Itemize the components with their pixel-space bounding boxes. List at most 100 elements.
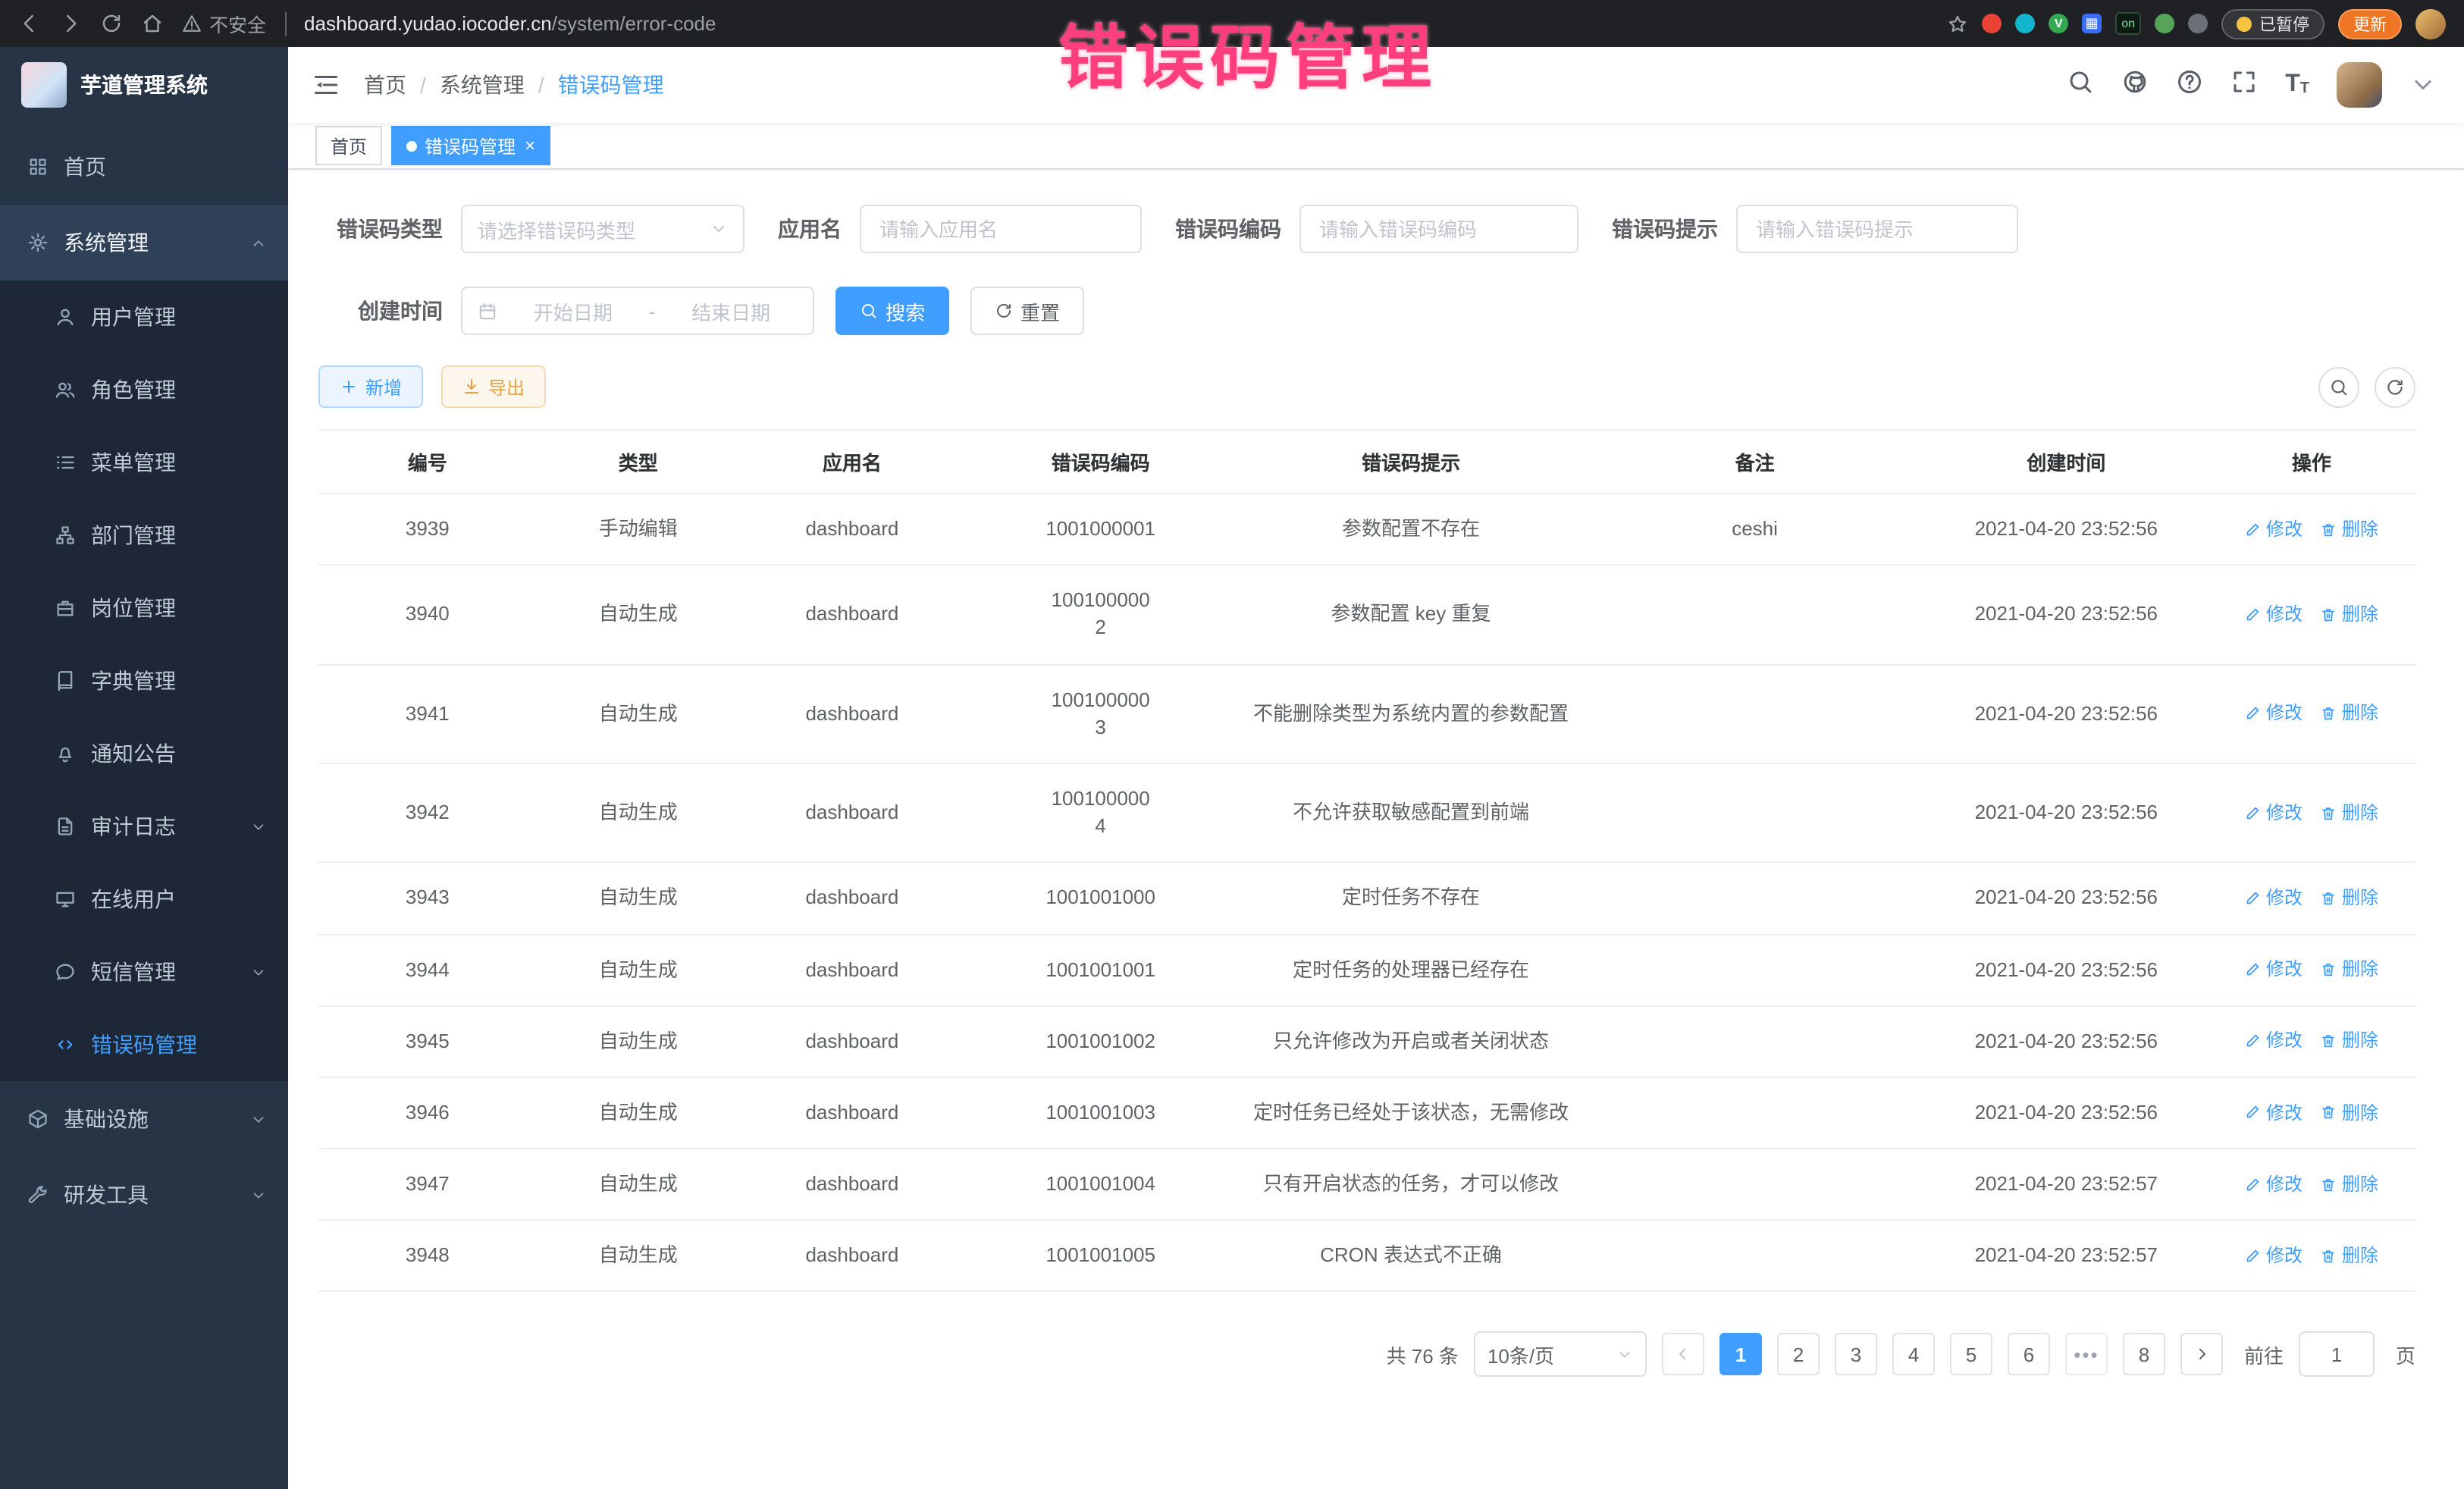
delete-link[interactable]: 删除 — [2321, 701, 2378, 727]
paused-button[interactable]: 已暂停 — [2221, 8, 2324, 39]
avatar-caret-down-icon[interactable] — [2409, 71, 2437, 99]
page-button-4[interactable]: 4 — [1892, 1334, 1935, 1376]
page-button-6[interactable]: 6 — [2008, 1334, 2050, 1376]
header-search-icon[interactable] — [2067, 67, 2094, 102]
sidebar-fold-icon[interactable] — [288, 71, 364, 99]
cell-id: 3940 — [318, 580, 537, 650]
ext-leaf-icon[interactable] — [2155, 14, 2174, 33]
breadcrumb-home[interactable]: 首页 — [364, 70, 406, 100]
col-type: 类型 — [537, 431, 740, 493]
user-avatar[interactable] — [2337, 62, 2382, 108]
cell-code: 1001001005 — [964, 1221, 1237, 1291]
export-button[interactable]: 导出 — [441, 365, 546, 408]
tag-error-code[interactable]: 错误码管理× — [391, 126, 550, 165]
tag-home[interactable]: 首页 — [315, 126, 382, 165]
docs-question-icon[interactable] — [2176, 67, 2203, 102]
edit-link[interactable]: 修改 — [2245, 1172, 2303, 1198]
bookmark-star-icon[interactable] — [1947, 13, 1968, 34]
edit-icon — [2245, 607, 2262, 623]
delete-link[interactable]: 删除 — [2321, 1100, 2378, 1126]
security-indicator[interactable]: 不安全 — [182, 9, 266, 38]
github-icon[interactable] — [2121, 67, 2149, 102]
edit-link[interactable]: 修改 — [2245, 957, 2303, 983]
delete-link[interactable]: 删除 — [2321, 516, 2378, 542]
sidebar-logo-row[interactable]: 芋道管理系统 — [0, 47, 288, 123]
ext-grid-icon[interactable]: ▦ — [2082, 14, 2102, 33]
reset-button[interactable]: 重置 — [970, 287, 1084, 335]
error-code-input[interactable] — [1299, 205, 1578, 253]
page-button-2[interactable]: 2 — [1777, 1334, 1820, 1376]
page-button-8[interactable]: 8 — [2123, 1334, 2165, 1376]
delete-link[interactable]: 删除 — [2321, 886, 2378, 911]
browser-reload-icon[interactable] — [100, 12, 123, 35]
ext-drop-icon[interactable] — [2015, 14, 2035, 33]
screen: 不安全 dashboard.yudao.iocoder.cn/system/er… — [0, 0, 2464, 1489]
delete-link[interactable]: 删除 — [2321, 1029, 2378, 1055]
ext-v-icon[interactable]: V — [2049, 14, 2068, 33]
delete-link[interactable]: 删除 — [2321, 800, 2378, 826]
page-more-button[interactable]: ••• — [2065, 1334, 2108, 1376]
delete-link[interactable]: 删除 — [2321, 1243, 2378, 1269]
delete-link[interactable]: 删除 — [2321, 602, 2378, 628]
edit-icon — [2245, 1176, 2262, 1193]
delete-link[interactable]: 删除 — [2321, 1172, 2378, 1198]
page-size-select[interactable]: 10条/页 — [1474, 1332, 1647, 1378]
page-button-5[interactable]: 5 — [1950, 1334, 1992, 1376]
sidebar-item-dept-tree[interactable]: 部门管理 — [0, 499, 288, 572]
sidebar-item-post-badge[interactable]: 岗位管理 — [0, 572, 288, 644]
browser-profile-avatar[interactable] — [2415, 8, 2446, 39]
sidebar-item-log-doc[interactable]: 审计日志 — [0, 790, 288, 863]
app-name-input[interactable] — [860, 205, 1142, 253]
error-type-select[interactable]: 请选择错误码类型 — [461, 205, 745, 253]
font-size-icon[interactable]: TT — [2285, 73, 2309, 97]
sidebar-item-user[interactable]: 用户管理 — [0, 281, 288, 353]
toggle-search-button[interactable] — [2318, 366, 2359, 407]
next-page-button[interactable] — [2180, 1334, 2223, 1376]
sidebar-item-infra-box[interactable]: 基础设施 — [0, 1081, 288, 1157]
sidebar-item-menu-list[interactable]: 菜单管理 — [0, 426, 288, 499]
sidebar-item-gear[interactable]: 系统管理 — [0, 205, 288, 281]
add-button[interactable]: 新增 — [318, 365, 423, 408]
sidebar-item-dashboard[interactable]: 首页 — [0, 129, 288, 205]
edit-link[interactable]: 修改 — [2245, 1243, 2303, 1269]
update-button[interactable]: 更新 — [2338, 8, 2402, 39]
sidebar-item-users[interactable]: 角色管理 — [0, 353, 288, 426]
sidebar-item-online-monitor[interactable]: 在线用户 — [0, 863, 288, 936]
cell-app: dashboard — [740, 580, 964, 650]
sidebar-item-sms-chat[interactable]: 短信管理 — [0, 936, 288, 1008]
sidebar-item-error-code[interactable]: 错误码管理 — [0, 1008, 288, 1081]
ext-pin-icon[interactable] — [2188, 14, 2208, 33]
ext-on-badge[interactable]: on — [2115, 12, 2141, 35]
delete-link[interactable]: 删除 — [2321, 957, 2378, 983]
ext-record-icon[interactable] — [1982, 14, 2002, 33]
page-button-3[interactable]: 3 — [1835, 1334, 1877, 1376]
edit-link[interactable]: 修改 — [2245, 800, 2303, 826]
edit-link[interactable]: 修改 — [2245, 1029, 2303, 1055]
edit-link[interactable]: 修改 — [2245, 1100, 2303, 1126]
edit-link[interactable]: 修改 — [2245, 602, 2303, 628]
start-date-placeholder[interactable]: 开始日期 — [506, 296, 640, 325]
sidebar-item-notice-bell[interactable]: 通知公告 — [0, 717, 288, 790]
error-hint-input[interactable] — [1736, 205, 2018, 253]
browser-forward-icon[interactable] — [59, 12, 82, 35]
end-date-placeholder[interactable]: 结束日期 — [664, 296, 798, 325]
browser-back-icon[interactable] — [18, 12, 41, 35]
menu-item-icon — [27, 156, 49, 177]
address-bar[interactable]: dashboard.yudao.iocoder.cn/system/error-… — [304, 12, 716, 35]
edit-link[interactable]: 修改 — [2245, 886, 2303, 911]
sidebar-item-dev-tools[interactable]: 研发工具 — [0, 1157, 288, 1233]
goto-page-input[interactable] — [2299, 1332, 2375, 1378]
refresh-table-button[interactable] — [2375, 366, 2415, 407]
date-range-picker[interactable]: 开始日期 - 结束日期 — [461, 287, 814, 335]
search-button[interactable]: 搜索 — [835, 287, 949, 335]
close-icon[interactable]: × — [525, 136, 535, 155]
edit-link[interactable]: 修改 — [2245, 516, 2303, 542]
page-button-1[interactable]: 1 — [1719, 1334, 1762, 1376]
breadcrumb-system[interactable]: 系统管理 — [440, 70, 525, 100]
edit-link[interactable]: 修改 — [2245, 701, 2303, 727]
prev-page-button[interactable] — [1662, 1334, 1704, 1376]
cell-type: 手动编辑 — [537, 494, 740, 564]
sidebar-item-dict-book[interactable]: 字典管理 — [0, 644, 288, 717]
fullscreen-icon[interactable] — [2230, 67, 2258, 102]
browser-home-icon[interactable] — [141, 12, 164, 35]
